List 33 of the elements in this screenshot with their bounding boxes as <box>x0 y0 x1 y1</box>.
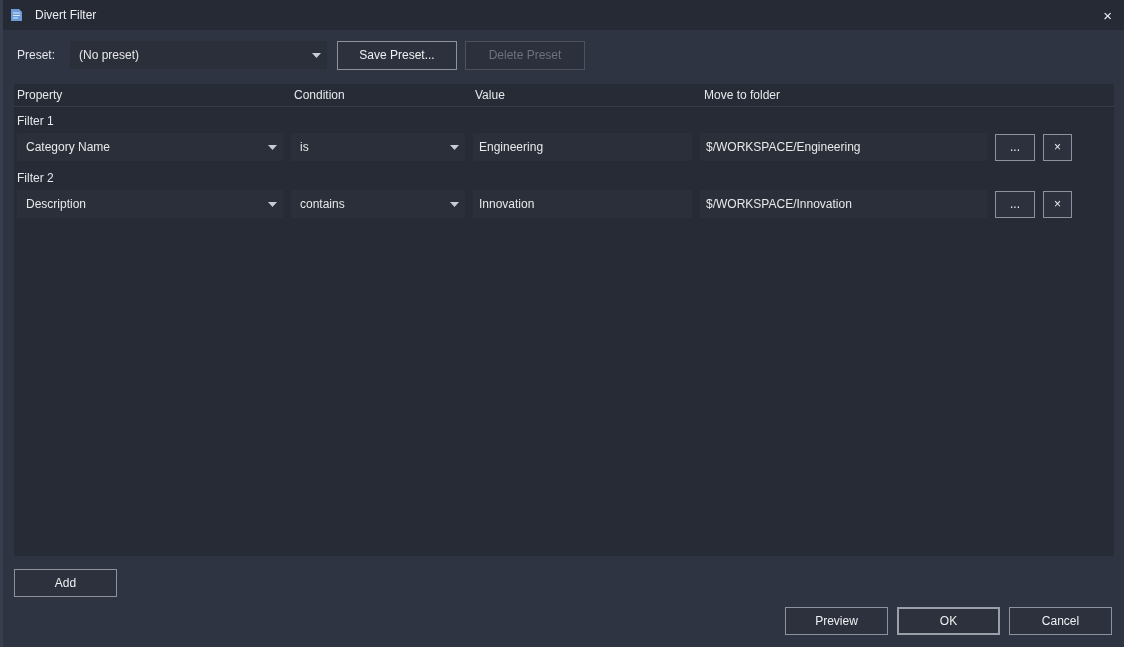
caret-icon <box>268 201 277 207</box>
filter-label: Filter 2 <box>17 170 55 186</box>
preset-dropdown[interactable]: (No preset) <box>70 41 327 69</box>
save-preset-button[interactable]: Save Preset... <box>337 40 457 70</box>
remove-button[interactable]: × <box>1043 190 1072 218</box>
remove-button[interactable]: × <box>1043 133 1072 161</box>
filter-label: Filter 1 <box>17 113 55 129</box>
caret-icon <box>268 144 277 150</box>
browse-button[interactable]: ... <box>995 190 1035 218</box>
value-field[interactable]: Engineering <box>473 133 692 161</box>
caret-icon <box>312 52 321 58</box>
close-button[interactable]: × <box>1099 7 1116 23</box>
value-field[interactable]: Innovation <box>473 190 692 218</box>
condition-dropdown[interactable]: contains <box>291 190 465 218</box>
folder-field[interactable]: $/WORKSPACE/Engineering <box>700 133 987 161</box>
caret-icon <box>450 144 459 150</box>
window-title: Divert Filter <box>35 7 97 23</box>
cancel-button[interactable]: Cancel <box>1009 607 1112 635</box>
preview-button[interactable]: Preview <box>785 607 888 635</box>
folder-field[interactable]: $/WORKSPACE/Innovation <box>700 190 987 218</box>
column-header: Property <box>17 87 64 103</box>
column-header: Condition <box>294 87 346 103</box>
preset-label: Preset: <box>16 47 56 63</box>
add-button[interactable]: Add <box>14 569 117 597</box>
browse-button[interactable]: ... <box>995 133 1035 161</box>
ok-button[interactable]: OK <box>897 607 1000 635</box>
column-header: Move to folder <box>704 87 782 103</box>
column-header: Value <box>475 87 506 103</box>
condition-dropdown[interactable]: is <box>291 133 465 161</box>
document-icon <box>10 8 23 22</box>
property-dropdown[interactable]: Description <box>17 190 283 218</box>
property-dropdown[interactable]: Category Name <box>17 133 283 161</box>
caret-icon <box>450 201 459 207</box>
